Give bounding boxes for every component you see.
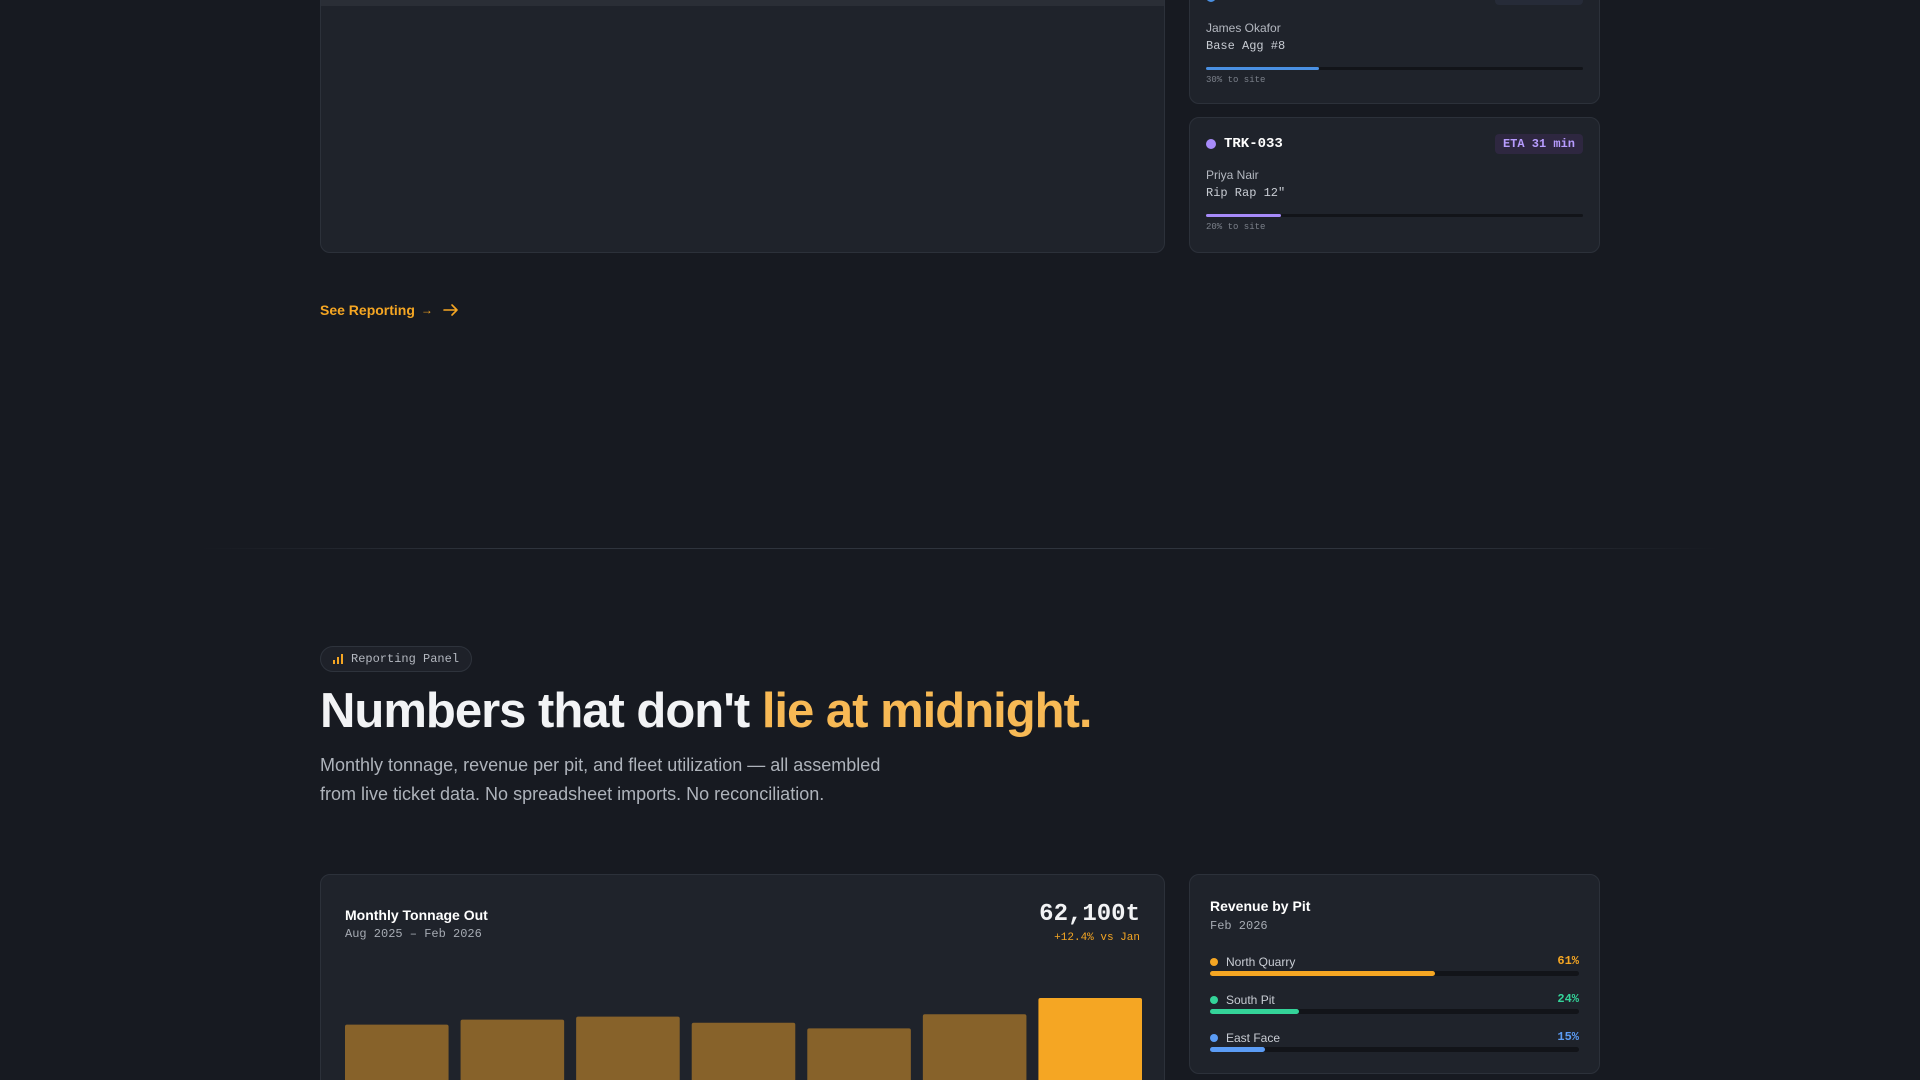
see-reporting-label: See Reporting <box>320 302 415 318</box>
section-divider <box>200 548 1720 549</box>
see-reporting-link[interactable]: See Reporting → <box>320 302 459 318</box>
pit-color-dot <box>1210 996 1218 1004</box>
truck-card[interactable]: TRK-033 James Okafor Base Agg #8 30% to … <box>1189 0 1600 104</box>
map-panel <box>320 0 1165 253</box>
chart-total: 62,100t <box>1039 901 1140 928</box>
eta-badge <box>1495 0 1583 5</box>
reporting-panel-badge: Reporting Panel <box>320 646 473 672</box>
truck-status-dot <box>1206 0 1216 2</box>
pit-percent: 24% <box>1557 992 1579 1006</box>
map-strip <box>321 0 1164 6</box>
revenue-date: Feb 2026 <box>1210 919 1268 933</box>
tonnage-chart-card: Monthly Tonnage Out Aug 2025 – Feb 2026 … <box>320 874 1165 1080</box>
pit-name: South Pit <box>1226 993 1275 1007</box>
truck-id: TRK-033 <box>1224 136 1283 152</box>
headline-main: Numbers that don't <box>320 684 762 738</box>
truck-progress-fill <box>1206 67 1320 70</box>
truck-load: Base Agg #8 <box>1206 39 1286 53</box>
section-subtext: Monthly tonnage, revenue per pit, and fl… <box>320 755 881 804</box>
pit-color-dot <box>1210 958 1218 966</box>
tonnage-bar-dec <box>807 1028 911 1080</box>
pit-bar-fill <box>1210 1009 1299 1014</box>
tonnage-bar-nov <box>691 1022 796 1080</box>
truck-id: TRK-033 <box>1224 0 1283 5</box>
truck-load: Rip Rap 12" <box>1206 186 1286 200</box>
bar-chart-icon <box>333 654 343 664</box>
truck-card-header: TRK-033 <box>1206 0 1283 5</box>
truck-status-dot <box>1206 139 1216 149</box>
chart-delta: +12.4% vs Jan <box>1054 932 1140 944</box>
pit-percent: 61% <box>1557 954 1579 968</box>
pit-name: East Face <box>1226 1031 1281 1045</box>
revenue-row-north-quarry: North Quarry 61% <box>1210 953 1579 983</box>
section-headline: Numbers that don't lie at midnight. <box>320 683 1093 739</box>
truck-card-header: TRK-033 <box>1206 136 1283 152</box>
revenue-by-pit-card: Revenue by Pit Feb 2026 North Quarry 61%… <box>1189 874 1600 1074</box>
eta-badge: ETA 31 min <box>1494 134 1583 154</box>
tonnage-bar-feb <box>1038 998 1142 1080</box>
pit-bar-track <box>1210 1009 1579 1014</box>
truck-progress-text: 30% to site <box>1206 75 1266 85</box>
truck-progress-track <box>1206 67 1583 70</box>
truck-progress-text: 20% to site <box>1206 222 1266 232</box>
arrow-right-icon <box>443 304 458 316</box>
truck-driver: Priya Nair <box>1206 168 1259 182</box>
pit-bar-track <box>1210 1047 1579 1052</box>
pit-color-dot <box>1210 1034 1218 1042</box>
pit-bar-fill <box>1210 971 1436 976</box>
tonnage-bar-oct <box>576 1016 680 1080</box>
chart-title: Monthly Tonnage Out <box>345 907 488 923</box>
tonnage-bar-chart <box>345 998 1142 1080</box>
headline-accent: lie at midnight. <box>761 684 1093 738</box>
pit-name: North Quarry <box>1226 955 1296 969</box>
tonnage-bar-aug <box>345 1024 449 1080</box>
badge-label: Reporting Panel <box>351 652 460 666</box>
pit-percent: 15% <box>1557 1030 1579 1044</box>
pit-bar-track <box>1210 971 1579 976</box>
revenue-row-south-pit: South Pit 24% <box>1210 991 1579 1021</box>
revenue-title: Revenue by Pit <box>1210 898 1311 914</box>
truck-progress-fill <box>1206 214 1282 217</box>
chart-date-range: Aug 2025 – Feb 2026 <box>345 927 482 941</box>
see-reporting-arrow-text: → <box>420 303 433 317</box>
truck-card[interactable]: TRK-033 ETA 31 min Priya Nair Rip Rap 12… <box>1189 117 1600 253</box>
tonnage-bar-sep <box>460 1019 565 1080</box>
pit-bar-fill <box>1210 1047 1266 1052</box>
revenue-row-east-face: East Face 15% <box>1210 1029 1579 1059</box>
tonnage-bar-jan <box>922 1014 1027 1080</box>
truck-progress-track <box>1206 214 1583 217</box>
truck-driver: James Okafor <box>1206 21 1281 35</box>
